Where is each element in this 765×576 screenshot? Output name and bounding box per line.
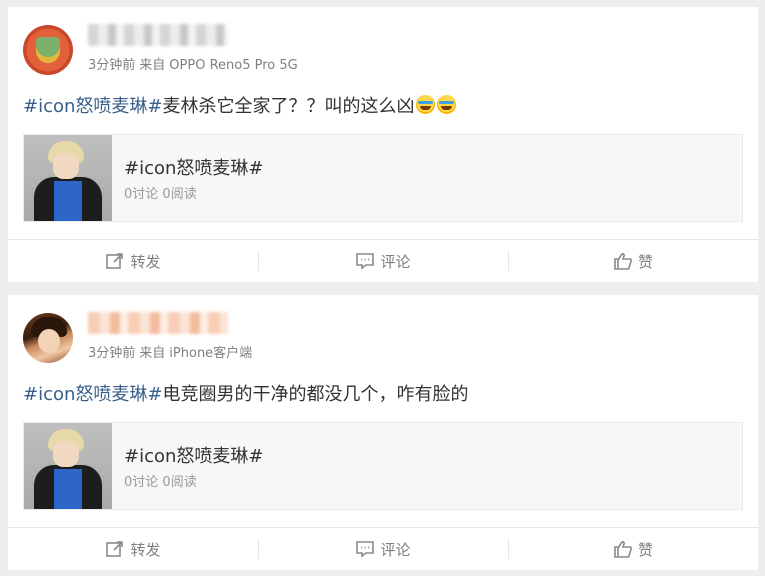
topic-title: #icon怒喷麦琳#: [124, 446, 264, 467]
post-source-label: 来自: [139, 58, 166, 73]
post-text: #icon怒喷麦琳#电竞圈男的干净的都没几个，咋有脸的: [23, 380, 468, 406]
topic-read-count: 0阅读: [162, 187, 197, 202]
username-blurred[interactable]: [88, 24, 228, 46]
topic-title: #icon怒喷麦琳#: [124, 158, 264, 179]
repost-icon: [106, 541, 124, 557]
post-time[interactable]: 3分钟前: [88, 58, 135, 73]
username-blurred[interactable]: [88, 312, 228, 334]
post-meta: 3分钟前 来自 iPhone客户端: [88, 342, 252, 361]
avatar[interactable]: [23, 313, 73, 363]
topic-card[interactable]: #icon怒喷麦琳# 0讨论 0阅读: [23, 422, 743, 510]
topic-thumbnail: [24, 135, 112, 221]
like-button[interactable]: 赞: [508, 240, 758, 282]
avatar[interactable]: [23, 25, 73, 75]
repost-button[interactable]: 转发: [8, 528, 258, 570]
comment-label: 评论: [380, 252, 411, 271]
post-card: 3分钟前 来自 iPhone客户端 #icon怒喷麦琳#电竞圈男的干净的都没几个，咋…: [8, 295, 758, 570]
topic-discuss-count: 0讨论: [124, 475, 159, 490]
post-time[interactable]: 3分钟前: [88, 346, 135, 361]
repost-label: 转发: [130, 540, 161, 559]
thumbs-up-icon: [614, 253, 632, 270]
repost-button[interactable]: 转发: [8, 240, 258, 282]
post-text: #icon怒喷麦琳#麦林杀它全家了？？叫的这么凶: [23, 92, 457, 118]
topic-read-count: 0阅读: [162, 475, 197, 490]
comment-icon: [356, 253, 375, 270]
like-button[interactable]: 赞: [508, 528, 758, 570]
action-bar: 转发 评论 赞: [8, 527, 758, 570]
post-meta: 3分钟前 来自 OPPO Reno5 Pro 5G: [88, 54, 298, 73]
post-body: 麦林杀它全家了？？叫的这么凶: [162, 96, 415, 117]
hashtag-link[interactable]: #icon怒喷麦琳#: [23, 96, 162, 117]
comment-button[interactable]: 评论: [258, 240, 508, 282]
topic-stats: 0讨论 0阅读: [124, 183, 197, 202]
topic-card[interactable]: #icon怒喷麦琳# 0讨论 0阅读: [23, 134, 743, 222]
comment-icon: [356, 541, 375, 558]
topic-stats: 0讨论 0阅读: [124, 471, 197, 490]
avatar-emblem: [36, 37, 60, 63]
hashtag-link[interactable]: #icon怒喷麦琳#: [23, 384, 162, 405]
post-device[interactable]: iPhone客户端: [169, 346, 252, 361]
comment-button[interactable]: 评论: [258, 528, 508, 570]
topic-thumbnail: [24, 423, 112, 509]
like-label: 赞: [637, 252, 653, 271]
like-label: 赞: [637, 540, 653, 559]
post-body: 电竞圈男的干净的都没几个，咋有脸的: [162, 384, 469, 405]
comment-label: 评论: [380, 540, 411, 559]
laugh-cry-icon: [437, 95, 457, 114]
topic-discuss-count: 0讨论: [124, 187, 159, 202]
repost-label: 转发: [130, 252, 161, 271]
repost-icon: [106, 253, 124, 269]
post-device[interactable]: OPPO Reno5 Pro 5G: [169, 58, 297, 73]
post-card: 3分钟前 来自 OPPO Reno5 Pro 5G #icon怒喷麦琳#麦林杀它全家…: [8, 7, 758, 282]
laugh-cry-icon: [416, 95, 436, 114]
action-bar: 转发 评论 赞: [8, 239, 758, 282]
post-source-label: 来自: [139, 346, 166, 361]
thumbs-up-icon: [614, 541, 632, 558]
